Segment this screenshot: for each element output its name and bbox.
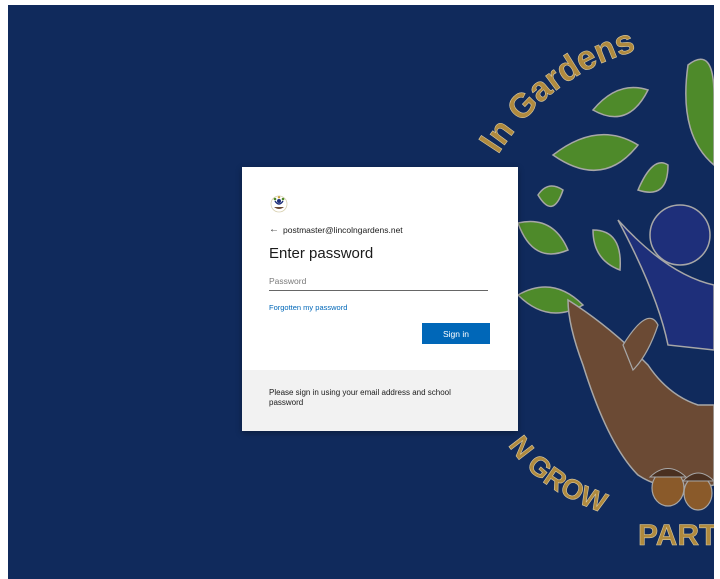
sign-in-footer: Please sign in using your email address … <box>242 370 518 431</box>
account-email: postmaster@lincolngardens.net <box>283 224 403 235</box>
sign-in-button[interactable]: Sign in <box>422 323 490 344</box>
password-input[interactable] <box>269 272 488 291</box>
figure <box>617 204 714 351</box>
crest-bottom-text-2: PART <box>638 519 714 552</box>
account-identity: ← postmaster@lincolngardens.net <box>269 224 403 235</box>
crest-bottom-text: N GROW <box>503 430 612 519</box>
page-title: Enter password <box>269 245 374 262</box>
acorns <box>648 468 714 511</box>
sign-in-card: ← postmaster@lincolngardens.net Enter pa… <box>242 167 518 431</box>
forgot-password-link[interactable]: Forgotten my password <box>269 303 347 312</box>
school-logo-icon <box>270 195 288 213</box>
arrow-left-icon[interactable]: ← <box>269 224 279 235</box>
sign-in-form: ← postmaster@lincolngardens.net Enter pa… <box>242 167 518 370</box>
page-background: ln Gardens N GROW PART ← postmaster@linc… <box>8 5 714 579</box>
footer-message: Please sign in using your email address … <box>269 388 451 407</box>
